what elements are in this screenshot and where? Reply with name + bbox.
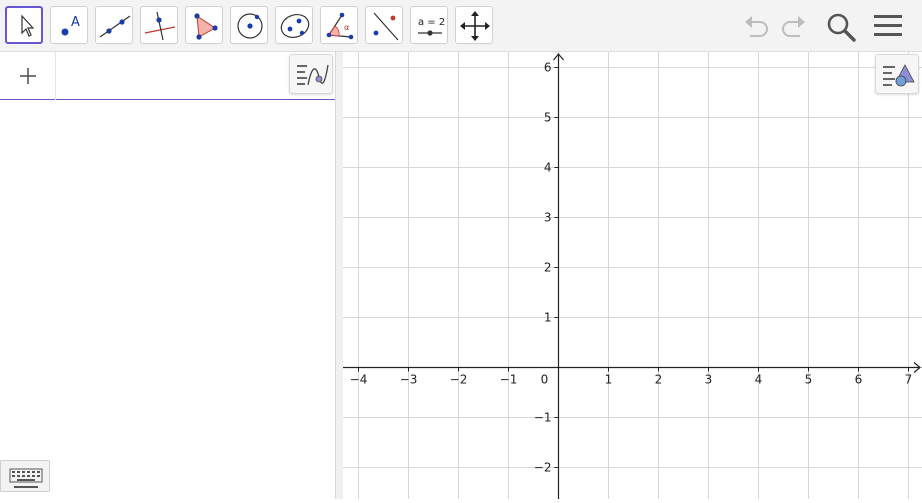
undo-icon[interactable] xyxy=(742,12,772,40)
circle-tool-button[interactable] xyxy=(230,6,268,44)
x-tick-label: −1 xyxy=(500,373,518,387)
x-tick-label: 5 xyxy=(805,373,813,387)
y-tick-label: −2 xyxy=(534,461,552,475)
polygon-icon xyxy=(194,13,218,40)
circle-icon xyxy=(237,13,263,39)
y-tick-label: 4 xyxy=(544,161,552,175)
ellipse-icon xyxy=(280,14,310,38)
keyboard-button[interactable] xyxy=(0,460,50,492)
x-tick-label: −4 xyxy=(350,373,368,387)
move-arrows-icon xyxy=(460,11,490,41)
y-tick-label: 6 xyxy=(544,61,552,75)
algebra-style-bar-button[interactable] xyxy=(289,54,333,94)
algebra-style-icon xyxy=(297,64,329,86)
x-tick-label: −3 xyxy=(400,373,418,387)
menu-icon[interactable] xyxy=(873,13,903,39)
algebra-view xyxy=(0,52,335,499)
line-tool-button[interactable] xyxy=(95,6,133,44)
pointer-icon xyxy=(21,14,35,37)
move-graphics-view-tool-button[interactable] xyxy=(455,6,493,44)
plus-icon xyxy=(20,68,36,84)
slider-icon: a = 2 xyxy=(418,17,445,36)
x-tick-label: 4 xyxy=(755,373,763,387)
keyboard-icon xyxy=(9,468,43,488)
graphics-style-bar-button[interactable] xyxy=(875,54,919,94)
view-divider[interactable] xyxy=(335,52,343,499)
y-tick-label: 5 xyxy=(544,111,552,125)
polygon-tool-button[interactable] xyxy=(185,6,223,44)
y-tick-label: 3 xyxy=(544,211,552,225)
perpendicular-line-icon xyxy=(144,11,176,41)
line-icon xyxy=(99,15,131,38)
svg-text:α: α xyxy=(344,23,349,32)
y-tick-label: −1 xyxy=(534,411,552,425)
angle-icon: α xyxy=(326,12,354,40)
x-tick-label: 0 xyxy=(541,373,549,387)
redo-icon[interactable] xyxy=(778,12,808,40)
reflect-icon xyxy=(373,12,399,41)
graphics-view[interactable]: −4 −3 −2 −1 0 1 2 3 4 5 6 7 6 5 4 3 2 1 −1 −2 xyxy=(343,52,922,499)
reflect-tool-button[interactable] xyxy=(365,6,403,44)
svg-text:A: A xyxy=(71,15,80,30)
y-tick-label: 1 xyxy=(544,311,552,325)
graphics-style-icon xyxy=(883,64,915,87)
toolbar: A α a = 2 xyxy=(0,0,922,52)
point-icon: A xyxy=(61,15,80,36)
x-tick-label: 7 xyxy=(905,373,913,387)
x-tick-label: 1 xyxy=(605,373,613,387)
point-tool-button[interactable]: A xyxy=(50,6,88,44)
add-input-button[interactable] xyxy=(0,52,56,100)
coordinate-grid[interactable]: −4 −3 −2 −1 0 1 2 3 4 5 6 7 6 5 4 3 2 1 −1 −2 xyxy=(343,52,922,499)
perpendicular-line-tool-button[interactable] xyxy=(140,6,178,44)
conic-tool-button[interactable] xyxy=(275,6,313,44)
algebra-input-row[interactable] xyxy=(0,52,335,100)
x-tick-label: 2 xyxy=(655,373,663,387)
x-tick-label: 3 xyxy=(705,373,713,387)
slider-tool-button[interactable]: a = 2 xyxy=(410,6,448,44)
x-tick-label: 6 xyxy=(855,373,863,387)
move-tool-button[interactable] xyxy=(5,6,43,44)
x-tick-label: −2 xyxy=(450,373,468,387)
search-icon[interactable] xyxy=(825,11,857,43)
svg-text:a = 2: a = 2 xyxy=(418,17,445,28)
y-tick-label: 2 xyxy=(544,261,552,275)
angle-tool-button[interactable]: α xyxy=(320,6,358,44)
